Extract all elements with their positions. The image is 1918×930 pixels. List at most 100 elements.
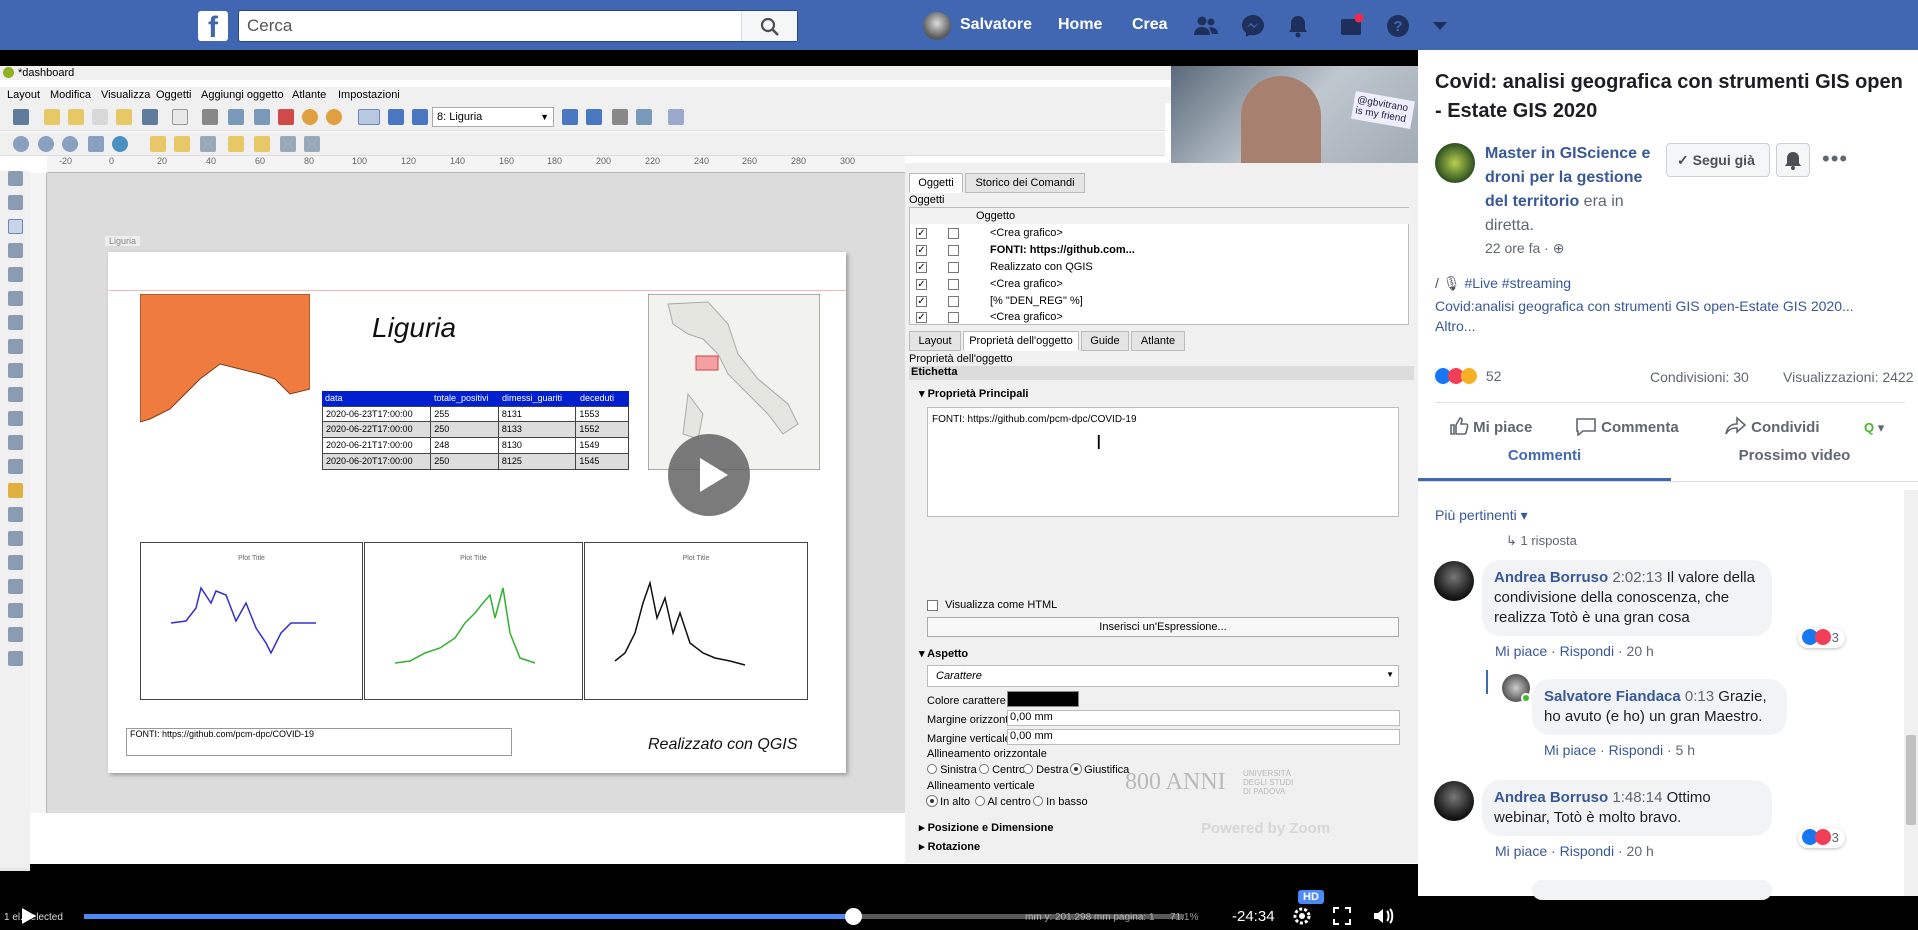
avatar[interactable]	[1434, 561, 1474, 601]
list-item[interactable]: ✓ <Crea grafico>	[910, 276, 1410, 292]
visibility-checkbox[interactable]: ✓	[916, 279, 927, 290]
comment-like-link[interactable]: Mi piace	[1495, 643, 1547, 659]
reaction-icons[interactable]: 52	[1435, 368, 1501, 384]
description-link[interactable]: Covid:analisi geografica con strumenti G…	[1435, 298, 1854, 314]
comment-like-link[interactable]: Mi piace	[1544, 742, 1596, 758]
label-text-area[interactable]: FONTI: https://github.com/pcm-dpc/COVID-…	[927, 407, 1399, 517]
zoom-out-icon[interactable]	[38, 136, 54, 152]
follow-button[interactable]: ✓ Segui già	[1666, 143, 1770, 177]
fullscreen-icon[interactable]	[1332, 906, 1352, 926]
profile-link[interactable]: Salvatore	[960, 0, 1032, 50]
shares-count[interactable]: Condivisioni: 30	[1650, 369, 1749, 385]
menu-aggiungi-oggetto[interactable]: Aggiungi oggetto	[201, 87, 284, 103]
lock-checkbox[interactable]	[948, 245, 959, 256]
fonti-text-box[interactable]: FONTI: https://github.com/pcm-dpc/COVID-…	[126, 728, 512, 756]
play-icon[interactable]	[18, 906, 38, 926]
page-setup-icon[interactable]	[172, 109, 188, 125]
insert-expression-button[interactable]: Inserisci un'Espressione...	[927, 617, 1399, 637]
atlas-feature-select[interactable]: 8: Liguria ▼	[432, 107, 554, 127]
comment-button[interactable]: Commenta	[1575, 416, 1679, 437]
crea-link[interactable]: Crea	[1132, 0, 1168, 50]
tab-atlante[interactable]: Atlante	[1131, 331, 1185, 351]
friends-icon[interactable]	[1193, 13, 1219, 39]
add-arrow-icon[interactable]	[8, 507, 23, 522]
comment-like-link[interactable]: Mi piace	[1495, 843, 1547, 859]
home-link[interactable]: Home	[1058, 0, 1102, 50]
add-map-icon[interactable]	[8, 291, 23, 306]
tab-proprieta-oggetto[interactable]: Proprietà dell'oggetto	[963, 331, 1079, 351]
visibility-checkbox[interactable]: ✓	[916, 312, 927, 323]
play-button[interactable]	[668, 434, 750, 516]
add-legend-icon[interactable]	[8, 387, 23, 402]
comments-scrollbar[interactable]	[1904, 490, 1918, 896]
comment-age[interactable]: 20 h	[1627, 643, 1654, 659]
radio-in-basso[interactable]: In basso	[1033, 796, 1088, 808]
more-options-icon[interactable]: •••	[1822, 146, 1848, 172]
lock-items-icon[interactable]	[200, 136, 216, 152]
search-input[interactable]: Cerca	[238, 10, 798, 42]
comment-age[interactable]: 20 h	[1627, 843, 1654, 859]
section-aspetto[interactable]: ▾ Aspetto	[919, 647, 968, 660]
menu-modifica[interactable]: Modifica	[50, 87, 91, 103]
visibility-checkbox[interactable]: ✓	[916, 228, 927, 239]
attribute-table[interactable]: data totale_positivi dimessi_guariti dec…	[322, 391, 629, 470]
menu-oggetti[interactable]: Oggetti	[156, 87, 191, 103]
menu-layout[interactable]: Layout	[7, 87, 40, 103]
tab-oggetti[interactable]: Oggetti	[909, 173, 963, 193]
list-item[interactable]: ✓ [% "DEN_REG" %]	[910, 293, 1410, 309]
atlas-previous-icon[interactable]	[412, 109, 428, 125]
add-polygon-icon[interactable]	[8, 531, 23, 546]
lock-checkbox[interactable]	[948, 228, 959, 239]
add-marker-icon[interactable]	[8, 483, 23, 498]
add-3d-map-icon[interactable]	[8, 315, 23, 330]
list-item[interactable]: ✓ <Crea grafico>	[910, 309, 1410, 325]
select-move-icon[interactable]	[8, 219, 23, 234]
share-button[interactable]: Condividi	[1725, 416, 1820, 436]
lock-checkbox[interactable]	[948, 279, 959, 290]
menu-visualizza[interactable]: Visualizza	[101, 87, 150, 103]
zoom-full-icon[interactable]	[88, 136, 104, 152]
plot-frame-1[interactable]: Plot Title	[140, 542, 363, 700]
plot-frame-2[interactable]: Plot Title	[364, 542, 583, 700]
new-layout-icon[interactable]	[44, 109, 60, 125]
objects-list[interactable]: Oggetto ✓ <Crea grafico> ✓ FONTI: https://…	[909, 207, 1410, 325]
undo-icon[interactable]	[302, 109, 318, 125]
comment-reply-link[interactable]: Rispondi	[1560, 843, 1614, 859]
add-attribute-table-icon[interactable]	[8, 603, 23, 618]
audience-selector[interactable]: Q ▾	[1864, 420, 1884, 436]
add-polyline-icon[interactable]	[8, 555, 23, 570]
list-item[interactable]: ✓ Realizzato con QGIS	[910, 259, 1410, 275]
layout-page[interactable]: Liguria data totale_positivi dimessi_gua…	[108, 252, 846, 773]
list-item[interactable]: ✓ FONTI: https://github.com...	[910, 242, 1410, 258]
print-icon[interactable]	[202, 109, 218, 125]
atlas-export-icon[interactable]	[636, 109, 652, 125]
export-svg-icon[interactable]	[254, 109, 270, 125]
progress-handle[interactable]	[844, 908, 862, 925]
like-button[interactable]: Mi piace	[1449, 416, 1532, 436]
volume-icon[interactable]	[1372, 906, 1396, 926]
menu-impostazioni[interactable]: Impostazioni	[338, 87, 400, 103]
add-fixed-table-icon[interactable]	[8, 627, 23, 642]
page-avatar[interactable]	[1435, 143, 1475, 183]
open-template-icon[interactable]	[116, 109, 132, 125]
comment-reply-link[interactable]: Rispondi	[1609, 742, 1663, 758]
html-checkbox[interactable]	[927, 600, 938, 611]
radio-giustifica[interactable]: Giustifica	[1071, 764, 1129, 776]
zoom-in-icon[interactable]	[13, 136, 29, 152]
tab-layout[interactable]: Layout	[909, 331, 961, 351]
resize-icon[interactable]	[304, 136, 320, 152]
atlas-first-icon[interactable]	[388, 109, 404, 125]
add-north-arrow-icon[interactable]	[8, 435, 23, 450]
tab-storico-comandi[interactable]: Storico dei Comandi	[965, 173, 1085, 193]
account-menu-chevron-down-icon[interactable]	[1430, 16, 1450, 36]
atlas-settings-icon[interactable]	[668, 109, 684, 125]
comment-age[interactable]: 5 h	[1676, 742, 1695, 758]
add-scalebar-icon[interactable]	[8, 411, 23, 426]
duplicate-layout-icon[interactable]	[68, 109, 84, 125]
export-pdf-icon[interactable]	[278, 109, 294, 125]
section-posizione[interactable]: ▸ Posizione e Dimensione	[919, 821, 1054, 834]
lock-checkbox[interactable]	[948, 312, 959, 323]
font-color-picker[interactable]	[1007, 691, 1079, 707]
distribute-icon[interactable]	[280, 136, 296, 152]
radio-al-centro[interactable]: Al centro	[975, 796, 1031, 808]
